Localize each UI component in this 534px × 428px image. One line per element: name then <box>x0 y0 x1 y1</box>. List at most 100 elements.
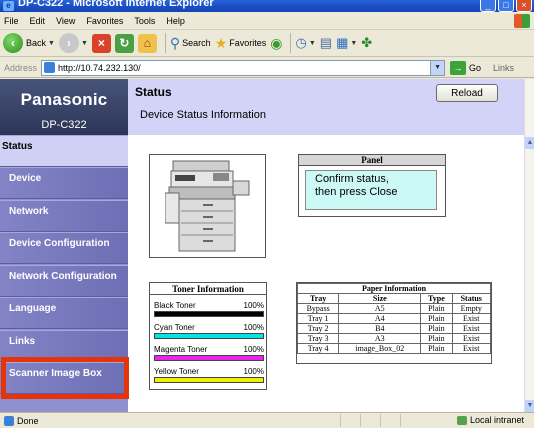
toolbar-divider <box>164 33 166 53</box>
toner-row-magenta: Magenta Toner 100% <box>154 345 264 367</box>
forward-button[interactable]: › ▼ <box>58 33 88 53</box>
sidebar-item-device[interactable]: Device <box>0 167 128 199</box>
home-button[interactable]: ⌂ <box>137 33 157 53</box>
table-row: Tray 1 A4 Plain Exist <box>296 313 491 324</box>
toner-name: Magenta Toner <box>154 345 208 354</box>
edit-button[interactable]: ▦ ▼ <box>336 35 357 51</box>
minimize-icon[interactable]: _ <box>480 0 496 12</box>
table-cell: Tray 3 <box>296 333 340 344</box>
intranet-icon <box>456 415 467 425</box>
go-button[interactable]: → Go <box>450 60 481 75</box>
messenger-icon: ✤ <box>361 35 373 50</box>
panel-message-line2: then press Close <box>315 186 398 198</box>
menu-file[interactable]: File <box>4 16 19 26</box>
edit-icon: ▦ <box>336 35 349 50</box>
history-icon: ◷ <box>295 35 307 50</box>
media-button[interactable]: ◉ <box>270 35 282 52</box>
table-row: Bypass A5 Plain Empty <box>296 303 491 314</box>
toner-name: Black Toner <box>154 301 196 310</box>
printer-icon <box>165 160 250 252</box>
security-zone: Local intranet <box>456 415 524 425</box>
sidebar-item-status[interactable]: Status <box>0 135 128 167</box>
table-cell: Tray 2 <box>296 323 340 334</box>
column-header: Status <box>451 293 491 304</box>
maximize-icon[interactable]: □ <box>498 0 514 12</box>
scroll-up-icon[interactable]: ▲ <box>525 137 534 149</box>
brand-header: Panasonic DP-C322 <box>0 79 128 135</box>
sidebar-item-device-configuration[interactable]: Device Configuration <box>0 232 128 264</box>
chevron-down-icon: ▼ <box>308 39 316 47</box>
stop-icon: × <box>91 33 111 53</box>
table-cell: A5 <box>338 303 422 314</box>
toner-level-bar <box>154 311 264 317</box>
windows-logo-icon <box>514 14 530 28</box>
go-arrow-icon: → <box>450 60 467 75</box>
status-done: Done <box>0 415 39 426</box>
table-cell: Plain <box>420 323 453 334</box>
page-title: Status <box>135 85 172 99</box>
table-cell: A3 <box>338 333 422 344</box>
table-cell: Plain <box>420 343 453 354</box>
chevron-down-icon: ▼ <box>350 39 358 47</box>
sidebar-item-language[interactable]: Language <box>0 297 128 329</box>
column-header: Type <box>420 293 453 304</box>
highlight-box <box>1 357 129 399</box>
print-icon: ▤ <box>319 35 333 50</box>
menu-bar: File Edit View Favorites Tools Help <box>0 12 534 30</box>
table-cell: Plain <box>420 303 453 314</box>
menu-favorites[interactable]: Favorites <box>86 16 123 26</box>
close-icon[interactable]: × <box>516 0 532 12</box>
sidebar-item-network[interactable]: Network <box>0 200 128 232</box>
status-divider <box>400 414 401 427</box>
chevron-down-icon: ▼ <box>48 39 55 47</box>
table-cell: Exist <box>451 313 491 324</box>
search-button[interactable]: ⚲ Search <box>170 35 211 52</box>
chevron-down-icon[interactable]: ▼ <box>430 60 445 75</box>
paper-table: Paper Information Tray Size Type Status … <box>296 283 491 354</box>
messenger-button[interactable]: ✤ <box>361 35 372 51</box>
page-icon <box>44 62 56 73</box>
menu-view[interactable]: View <box>56 16 75 26</box>
chevron-down-icon: ▼ <box>80 39 88 47</box>
panel-message-line1: Confirm status, <box>315 173 389 185</box>
menu-help[interactable]: Help <box>166 16 185 26</box>
stop-button[interactable]: × <box>91 33 111 53</box>
window-controls: _ □ × <box>480 0 532 12</box>
status-text: Done <box>17 415 39 426</box>
panel-message: Confirm status, then press Close <box>305 170 437 210</box>
favorites-button[interactable]: ★ Favorites <box>215 35 267 52</box>
toner-information: Toner Information Black Toner 100% Cyan … <box>149 282 267 390</box>
links-button[interactable]: Links <box>493 63 514 73</box>
paper-header-row: Tray Size Type Status <box>296 293 491 304</box>
status-bar: Done Local intranet <box>0 412 534 428</box>
vertical-scrollbar[interactable]: ▲ ▼ <box>524 79 534 412</box>
paper-title: Paper Information <box>297 283 491 294</box>
favorites-label: Favorites <box>229 38 267 48</box>
refresh-icon: ↻ <box>114 33 134 53</box>
address-bar: Address http://10.74.232.130/ ▼ → Go Lin… <box>0 58 534 78</box>
table-cell: B4 <box>338 323 422 334</box>
panel-box: Panel Confirm status, then press Close <box>298 154 446 217</box>
toner-level-bar <box>154 355 264 361</box>
media-icon: ◉ <box>270 34 283 51</box>
toner-name: Cyan Toner <box>154 323 195 332</box>
toner-row-black: Black Toner 100% <box>154 301 264 323</box>
page-content: Panasonic DP-C322 Status Device Network … <box>0 79 524 412</box>
model-name: DP-C322 <box>41 119 87 131</box>
print-button[interactable]: ▤ <box>320 35 332 51</box>
address-input[interactable]: http://10.74.232.130/ ▼ <box>41 59 446 76</box>
back-button[interactable]: ‹ Back ▼ <box>3 33 55 53</box>
sidebar-item-network-configuration[interactable]: Network Configuration <box>0 265 128 297</box>
reload-button[interactable]: Reload <box>436 84 498 102</box>
table-row: Tray 4 image_Box_02 Plain Exist <box>296 343 491 354</box>
page-subtitle: Device Status Information <box>140 109 266 121</box>
scroll-down-icon[interactable]: ▼ <box>525 400 534 412</box>
toner-level-bar <box>154 333 264 339</box>
column-header: Tray <box>296 293 340 304</box>
history-button[interactable]: ◷ ▼ <box>295 35 315 51</box>
panel-title: Panel <box>299 155 445 166</box>
menu-tools[interactable]: Tools <box>134 16 155 26</box>
menu-edit[interactable]: Edit <box>30 16 46 26</box>
table-cell: Plain <box>420 333 453 344</box>
refresh-button[interactable]: ↻ <box>114 33 134 53</box>
